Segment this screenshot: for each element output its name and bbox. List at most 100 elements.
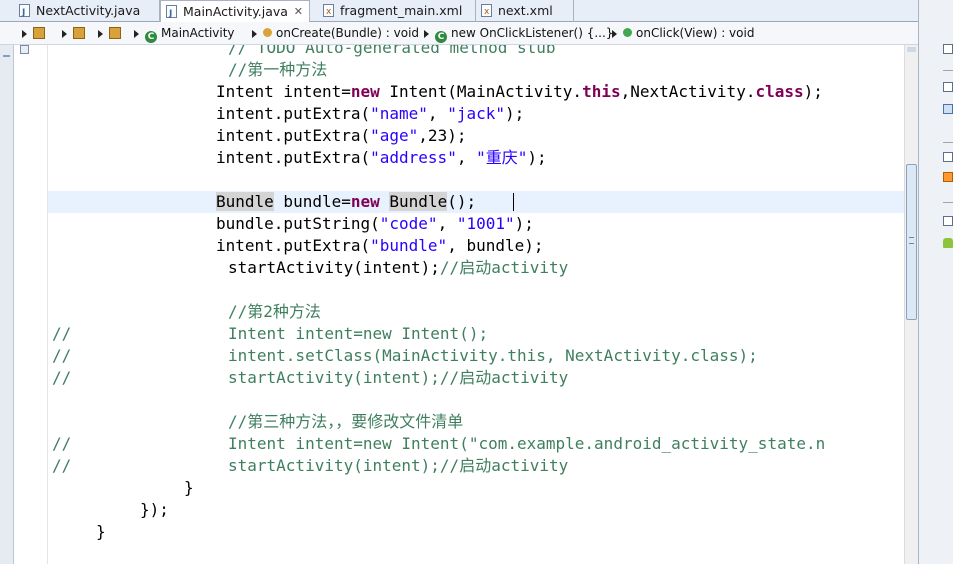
code-line: // TODO Auto-generated method stub [228, 45, 556, 57]
code-line: bundle.putString("code", "1001"); [216, 213, 534, 235]
scrollbar-thumb[interactable] [906, 164, 917, 320]
tab-fragment-main-xml[interactable]: fragment_main.xml [318, 0, 476, 23]
code-line: intent.putExtra("address", "重庆"); [216, 147, 547, 169]
breadcrumb-anonymous-class[interactable]: Cnew OnClickListener() {...} [424, 25, 613, 43]
string-token: "重庆" [476, 148, 528, 167]
breadcrumb-package[interactable] [98, 25, 125, 41]
overview-ruler-left [0, 45, 14, 564]
string-token: "address" [370, 148, 457, 167]
class-icon: C [145, 31, 157, 43]
code-token: ); [527, 148, 547, 167]
method-icon [623, 28, 632, 37]
code-token: startActivity(intent); [228, 258, 440, 277]
breadcrumb-method2-label: onClick(View) : void [636, 26, 755, 40]
keyword-token: class [755, 82, 804, 101]
code-line: //第2种方法 [228, 302, 321, 321]
package-folder-icon [73, 27, 85, 39]
code-token: ); [803, 82, 823, 101]
close-tab-icon[interactable]: ✕ [294, 1, 303, 22]
code-token: intent.putExtra( [216, 104, 371, 123]
code-token: (); [447, 192, 477, 211]
code-token: intent.putExtra( [216, 236, 371, 255]
problems-view-icon[interactable] [943, 172, 953, 182]
line-gutter [14, 45, 48, 564]
ruler-marker [3, 55, 10, 57]
vertical-scrollbar[interactable] [904, 45, 918, 564]
scroll-track-marker [907, 47, 916, 52]
project-icon [33, 27, 45, 39]
occurrence-highlight: Bundle [389, 192, 448, 211]
comment-prefix: // [52, 368, 72, 387]
code-line: startActivity(intent);//启动activity [228, 368, 569, 387]
occurrence-highlight: Bundle [216, 192, 274, 211]
code-line: Intent intent=new Intent(); [228, 324, 489, 343]
string-token: "1001" [456, 214, 515, 233]
chevron-right-icon [62, 29, 67, 38]
keyword-token: new [350, 192, 380, 211]
tab-label: NextActivity.java [36, 3, 141, 18]
fold-toggle-icon[interactable] [20, 45, 29, 54]
chevron-right-icon [424, 29, 429, 38]
comment-prefix: // [52, 456, 72, 475]
keyword-token: this [582, 82, 621, 101]
breadcrumb-class[interactable]: C MainActivity [134, 25, 235, 43]
string-token: "age" [370, 126, 419, 145]
java-file-icon [19, 3, 30, 24]
chevron-right-icon [98, 29, 103, 38]
divider [943, 70, 953, 71]
code-token: bundle.putString( [216, 214, 380, 233]
tab-main-activity-java[interactable]: MainActivity.java ✕ [160, 0, 310, 25]
java-file-icon [166, 4, 177, 25]
breadcrumb-method1-label: onCreate(Bundle) : void [276, 26, 420, 40]
tab-next-activity-java[interactable]: NextActivity.java [14, 0, 160, 24]
right-trim-toolbar [918, 0, 953, 564]
comment-prefix: // [52, 434, 72, 453]
code-token: intent.putExtra( [216, 126, 371, 145]
restore-view-icon[interactable] [943, 216, 953, 226]
tab-label: next.xml [498, 3, 553, 18]
chevron-right-icon [612, 29, 617, 38]
code-line: Intent intent=new Intent(MainActivity.th… [216, 81, 823, 103]
string-token: "jack" [447, 104, 505, 123]
code-token: Intent(MainActivity. [379, 82, 583, 101]
code-line: } [96, 522, 106, 541]
code-line: intent.putExtra("name", "jack"); [216, 103, 524, 125]
xml-file-icon [323, 2, 334, 23]
outline-view-icon[interactable] [943, 104, 953, 114]
restore-view-icon[interactable] [943, 82, 953, 92]
tab-next-xml[interactable]: next.xml [476, 0, 574, 23]
code-line: intent.putExtra("bundle", bundle); [216, 235, 544, 257]
code-token: , [427, 104, 448, 123]
code-editor[interactable]: // TODO Auto-generated method stub //第一种… [48, 45, 904, 564]
code-line: }); [140, 500, 169, 519]
comment-prefix: // [52, 346, 72, 365]
code-token: , [456, 148, 477, 167]
tab-label: fragment_main.xml [340, 3, 463, 18]
code-token: , bundle); [447, 236, 544, 255]
code-token: ,NextActivity. [620, 82, 756, 101]
code-line: //第三种方法，，要修改文件清单 [228, 412, 464, 431]
string-token: "bundle" [370, 236, 448, 255]
chevron-right-icon [22, 29, 27, 38]
code-line: Intent intent=new Intent("com.example.an… [228, 434, 826, 453]
restore-view-icon[interactable] [943, 152, 953, 162]
grip-icon [909, 237, 914, 244]
code-line: intent.putExtra("age",23); [216, 125, 466, 147]
android-icon[interactable] [943, 238, 953, 248]
restore-view-icon[interactable] [943, 44, 953, 54]
code-line: startActivity(intent);//启动activity [228, 257, 568, 279]
divider [943, 142, 953, 143]
code-token: ); [514, 214, 534, 233]
chevron-right-icon [252, 29, 257, 38]
breadcrumb-method-oncreate[interactable]: onCreate(Bundle) : void [252, 25, 419, 41]
breadcrumb-source-folder[interactable] [62, 25, 89, 41]
breadcrumb-project[interactable] [22, 25, 49, 41]
code-token: Intent intent= [216, 82, 351, 101]
breadcrumb-method-onclick[interactable]: onClick(View) : void [612, 25, 754, 41]
chevron-right-icon [134, 29, 139, 38]
tab-label: MainActivity.java [183, 4, 288, 19]
code-line-current: Bundle bundle=new Bundle(); [216, 191, 476, 213]
code-token: bundle= [273, 192, 351, 211]
code-line: startActivity(intent);//启动activity [228, 456, 569, 475]
